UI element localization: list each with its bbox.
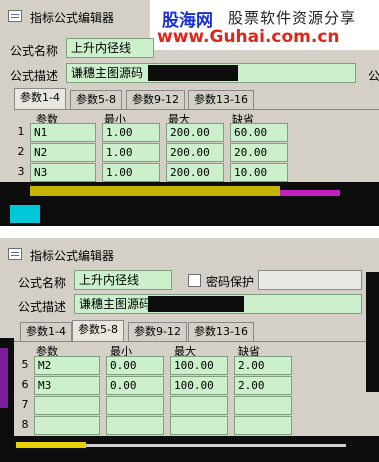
tab-params-1-4[interactable]: 参数1-4 [20,322,72,342]
tab-params-13-16[interactable]: 参数13-16 [188,90,254,110]
param-min-cell[interactable] [106,416,164,435]
row-number: 5 [21,358,29,371]
param-max-cell[interactable]: 200.00 [166,123,224,142]
formula-name-field[interactable]: 上升内径线 [66,38,154,58]
param-min-cell[interactable]: 1.00 [102,163,160,182]
row-number: 8 [21,418,29,431]
chart-background-strip [0,436,379,462]
param-default-cell[interactable] [234,416,292,435]
watermark-tagline: 股票软件资源分享 [228,9,357,27]
tab-strip: 参数1-4 参数5-8 参数9-12 参数13-16 [20,320,360,342]
formula-name-label: 公式名称 [10,44,59,58]
param-max-cell[interactable] [170,416,228,435]
tab-strip: 参数1-4 参数5-8 参数9-12 参数13-16 [14,88,364,110]
dialog-title: 指标公式编辑器 [30,249,115,263]
row-number: 2 [17,145,25,158]
row-number: 7 [21,398,29,411]
watermark: 股海网 股票软件资源分享 www.Guhai.com.cn [150,0,379,50]
watermark-url: www.Guhai.com.cn [157,27,340,47]
tab-params-5-8[interactable]: 参数5-8 [72,320,124,342]
password-field[interactable] [258,270,362,290]
param-default-cell[interactable]: 20.00 [230,143,288,162]
redaction-block [148,65,238,81]
param-name-cell[interactable]: M3 [34,376,100,395]
formula-desc-text: 谦穗主图源码 [79,297,152,311]
formula-desc-label: 公式描述 [18,300,67,314]
param-name-cell[interactable] [34,396,100,415]
dialog-panel-top: 指标公式编辑器 股海网 股票软件资源分享 www.Guhai.com.cn 公式… [0,0,379,226]
param-min-cell[interactable]: 0.00 [106,376,164,395]
redaction-block [148,296,244,312]
param-max-cell[interactable]: 200.00 [166,163,224,182]
right-edge-dark [366,272,379,392]
formula-name-field[interactable]: 上升内径线 [74,270,172,290]
tab-params-13-16[interactable]: 参数13-16 [188,322,254,342]
param-min-cell[interactable]: 1.00 [102,123,160,142]
tab-params-1-4[interactable]: 参数1-4 [14,88,66,110]
chart-line-magenta [280,190,340,196]
param-default-cell[interactable]: 60.00 [230,123,288,142]
right-edge-label: 公 [368,69,379,83]
param-name-cell[interactable]: N2 [30,143,96,162]
password-checkbox[interactable] [188,274,201,287]
param-max-cell[interactable]: 200.00 [166,143,224,162]
param-default-cell[interactable]: 2.00 [234,376,292,395]
row-number: 3 [17,165,25,178]
param-default-cell[interactable]: 10.00 [230,163,288,182]
chart-line-white [86,444,346,447]
param-name-cell[interactable]: N3 [30,163,96,182]
password-label: 密码保护 [206,275,255,289]
param-min-cell[interactable]: 0.00 [106,356,164,375]
param-default-cell[interactable]: 2.00 [234,356,292,375]
formula-desc-label: 公式描述 [10,69,59,83]
dialog-panel-bottom: 指标公式编辑器 公式名称 上升内径线 密码保护 公式描述 谦穗主图源码 参数1-… [0,238,379,462]
formula-desc-text: 谦穗主图源码 [71,66,144,80]
tab-params-5-8[interactable]: 参数5-8 [70,90,122,110]
param-name-cell[interactable]: N1 [30,123,96,142]
formula-name-label: 公式名称 [18,276,67,290]
chart-candle-cyan [10,205,40,223]
tab-params-9-12[interactable]: 参数9-12 [128,322,187,342]
param-name-cell[interactable]: M2 [34,356,100,375]
param-max-cell[interactable]: 100.00 [170,356,228,375]
param-max-cell[interactable] [170,396,228,415]
window-app-icon [8,248,22,260]
chart-line-yellow [30,186,280,196]
param-max-cell[interactable]: 100.00 [170,376,228,395]
window-app-icon [8,10,22,22]
param-min-cell[interactable] [106,396,164,415]
chart-line-yellow [16,442,86,448]
title-bar: 指标公式编辑器 [0,238,379,272]
chart-bar-purple [0,348,8,408]
row-number: 6 [21,378,29,391]
dialog-title: 指标公式编辑器 [30,11,115,25]
param-min-cell[interactable]: 1.00 [102,143,160,162]
param-name-cell[interactable] [34,416,100,435]
tab-divider [14,109,379,110]
tab-divider [14,341,366,342]
tab-params-9-12[interactable]: 参数9-12 [126,90,185,110]
param-default-cell[interactable] [234,396,292,415]
row-number: 1 [17,125,25,138]
